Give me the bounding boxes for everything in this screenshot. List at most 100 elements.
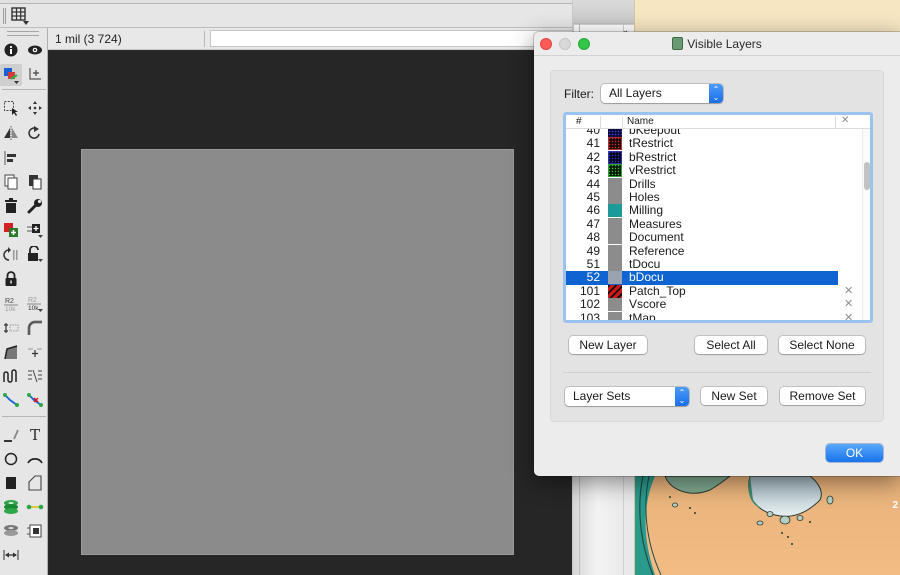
layer-color-swatch[interactable]: [608, 271, 622, 285]
swap-tool[interactable]: [0, 245, 22, 265]
paste-tool[interactable]: [24, 172, 46, 192]
scrollbar-thumb[interactable]: [864, 161, 870, 190]
layer-color-swatch[interactable]: [608, 137, 622, 151]
move-tool[interactable]: [24, 98, 46, 118]
remove-set-button[interactable]: Remove Set: [780, 387, 865, 405]
layer-color-swatch[interactable]: [608, 191, 622, 204]
layer-row[interactable]: 101 Patch_Top: [566, 283, 838, 298]
layer-row[interactable]: 48 Document: [566, 230, 838, 245]
ok-button[interactable]: OK: [826, 444, 883, 462]
layer-display-tool[interactable]: [0, 64, 22, 86]
filter-select[interactable]: All Layers ⌃ ⌄: [601, 84, 723, 103]
drawing-canvas[interactable]: [49, 51, 572, 575]
layer-number: 42: [586, 149, 600, 164]
palette-grip[interactable]: [7, 31, 39, 36]
layer-row[interactable]: 52 bDocu: [566, 270, 838, 285]
text-tool[interactable]: T: [24, 425, 46, 445]
ripup-route-tool[interactable]: [24, 390, 46, 410]
delete-layer-icon[interactable]: ✕: [844, 311, 853, 320]
copy-tool[interactable]: [0, 172, 22, 192]
layer-color-swatch[interactable]: [608, 258, 622, 271]
layer-color-swatch[interactable]: [608, 129, 622, 137]
value-tool[interactable]: R2 10k: [24, 294, 46, 314]
column-header-delete[interactable]: ✕: [841, 115, 849, 126]
delete-layer-icon[interactable]: ✕: [844, 284, 853, 297]
layer-color-swatch[interactable]: [608, 150, 622, 164]
split-tool[interactable]: [0, 318, 22, 338]
toolbar-grip[interactable]: [3, 8, 6, 24]
column-header-name[interactable]: Name: [627, 116, 654, 127]
dimension-tool[interactable]: [0, 545, 22, 565]
layer-color-swatch[interactable]: [608, 244, 622, 258]
layer-row[interactable]: 47 Measures: [566, 217, 838, 231]
layer-row[interactable]: 40 bKeepout: [566, 129, 838, 137]
layer-color-swatch[interactable]: [608, 217, 622, 231]
layer-color-swatch[interactable]: [608, 164, 622, 178]
layer-name: Vscore: [629, 297, 667, 312]
hole-tool[interactable]: [0, 521, 22, 541]
mark-tool[interactable]: [24, 64, 46, 84]
change-tool[interactable]: [24, 196, 46, 216]
info-tool[interactable]: [0, 40, 22, 60]
miter-tool[interactable]: [24, 318, 46, 338]
layer-name: tDocu: [629, 257, 661, 271]
layer-row[interactable]: 103 tMap: [566, 311, 838, 320]
layer-row[interactable]: 51 tDocu: [566, 257, 838, 271]
align-tool[interactable]: [0, 148, 22, 168]
arc-icon: [27, 457, 43, 464]
grid-button[interactable]: [11, 7, 31, 25]
signal-tool[interactable]: [24, 497, 46, 517]
rotate-tool[interactable]: [24, 123, 46, 143]
show-tool[interactable]: [24, 40, 46, 60]
layer-row[interactable]: 42 bRestrict: [566, 149, 838, 164]
layer-row[interactable]: 44 Drills: [566, 177, 838, 191]
route-tool[interactable]: [24, 342, 46, 362]
layer-row[interactable]: 43 vRestrict: [566, 163, 838, 178]
select-none-button[interactable]: Select None: [779, 336, 865, 354]
layer-color-swatch[interactable]: [608, 231, 622, 245]
mirror-tool[interactable]: [0, 123, 22, 143]
ripup-tool[interactable]: [24, 366, 46, 386]
layer-row[interactable]: 46 Milling: [566, 203, 838, 218]
new-layer-button[interactable]: New Layer: [569, 336, 647, 354]
optimize-icon: [4, 345, 18, 360]
dialog-titlebar[interactable]: Visible Layers: [534, 32, 900, 56]
layer-color-swatch[interactable]: [608, 311, 622, 320]
arc-tool[interactable]: [24, 449, 46, 469]
wire-route-tool[interactable]: [0, 390, 22, 410]
lock-part-tool[interactable]: [24, 245, 46, 265]
layer-row[interactable]: 41 tRestrict: [566, 136, 838, 151]
attribute-tool[interactable]: [24, 521, 46, 541]
filter-label: Filter:: [564, 87, 594, 101]
wire-tool[interactable]: [0, 425, 22, 445]
rect-tool[interactable]: [0, 473, 22, 493]
layer-color-swatch[interactable]: [608, 204, 622, 218]
layer-name: Patch_Top: [629, 283, 686, 298]
new-set-button[interactable]: New Set: [701, 387, 767, 405]
select-all-button[interactable]: Select All: [695, 336, 767, 354]
layer-color-swatch[interactable]: [608, 284, 622, 298]
layer-row[interactable]: 49 Reference: [566, 244, 838, 258]
layer-color-swatch[interactable]: [608, 298, 622, 312]
grid-icon: [11, 7, 29, 25]
divider: [204, 31, 205, 47]
name-tool[interactable]: R2 10k: [0, 294, 22, 314]
table-scrollbar[interactable]: [862, 129, 870, 320]
group-tool[interactable]: [0, 98, 22, 118]
layer-row[interactable]: 102 Vscore: [566, 297, 838, 312]
add-tool[interactable]: [0, 220, 22, 240]
meander-tool[interactable]: [0, 366, 22, 386]
replace-tool[interactable]: [24, 220, 46, 240]
delete-tool[interactable]: [0, 196, 22, 216]
layer-sets-select[interactable]: Layer Sets ⌃ ⌄: [565, 387, 689, 406]
column-header-number[interactable]: #: [576, 116, 582, 127]
layer-color-swatch[interactable]: [608, 177, 622, 191]
via-tool[interactable]: [0, 497, 22, 517]
lock-tool[interactable]: [0, 269, 22, 289]
layer-table[interactable]: # Name ✕ 40 bKeepout 41 tRestrict 42 bRestric…: [563, 112, 873, 323]
optimize-tool[interactable]: [0, 342, 22, 362]
layer-row[interactable]: 45 Holes: [566, 190, 838, 204]
delete-layer-icon[interactable]: ✕: [844, 297, 853, 310]
polygon-tool[interactable]: [24, 473, 46, 493]
circle-tool[interactable]: [0, 449, 22, 469]
